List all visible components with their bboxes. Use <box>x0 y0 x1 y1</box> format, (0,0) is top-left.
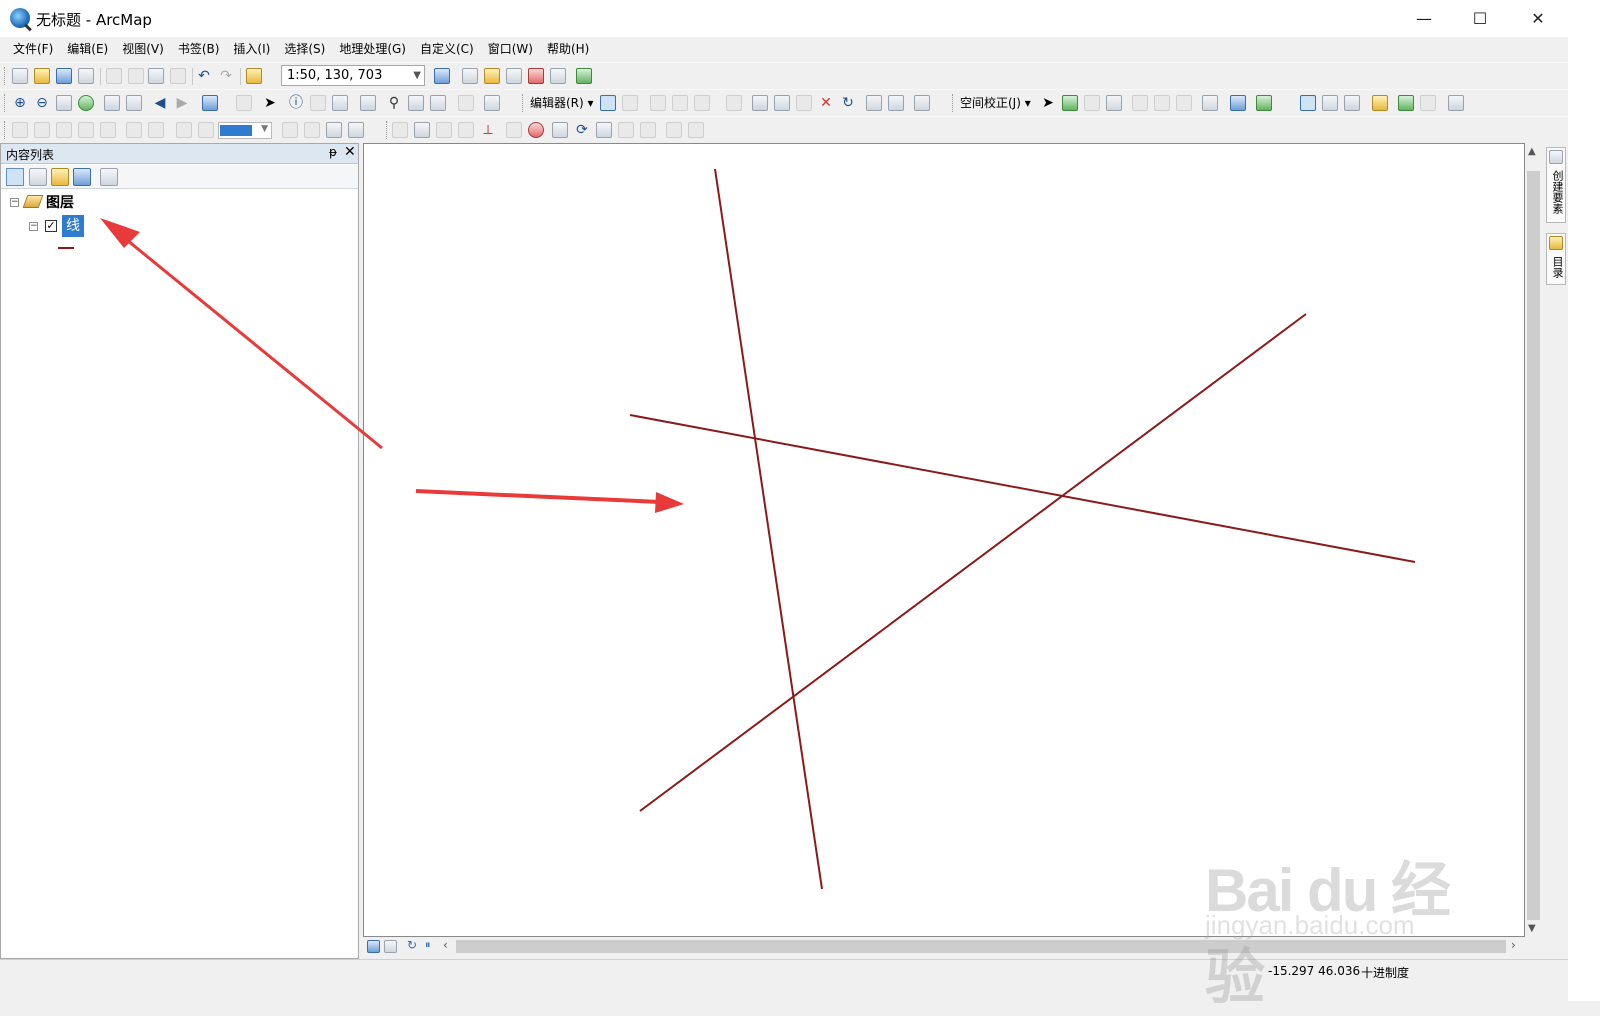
window-edge <box>1568 0 1600 1001</box>
annotation-arrow-to-map <box>415 489 684 513</box>
annotation-overlay <box>100 218 684 513</box>
annotation-arrow-to-layer <box>100 218 383 450</box>
